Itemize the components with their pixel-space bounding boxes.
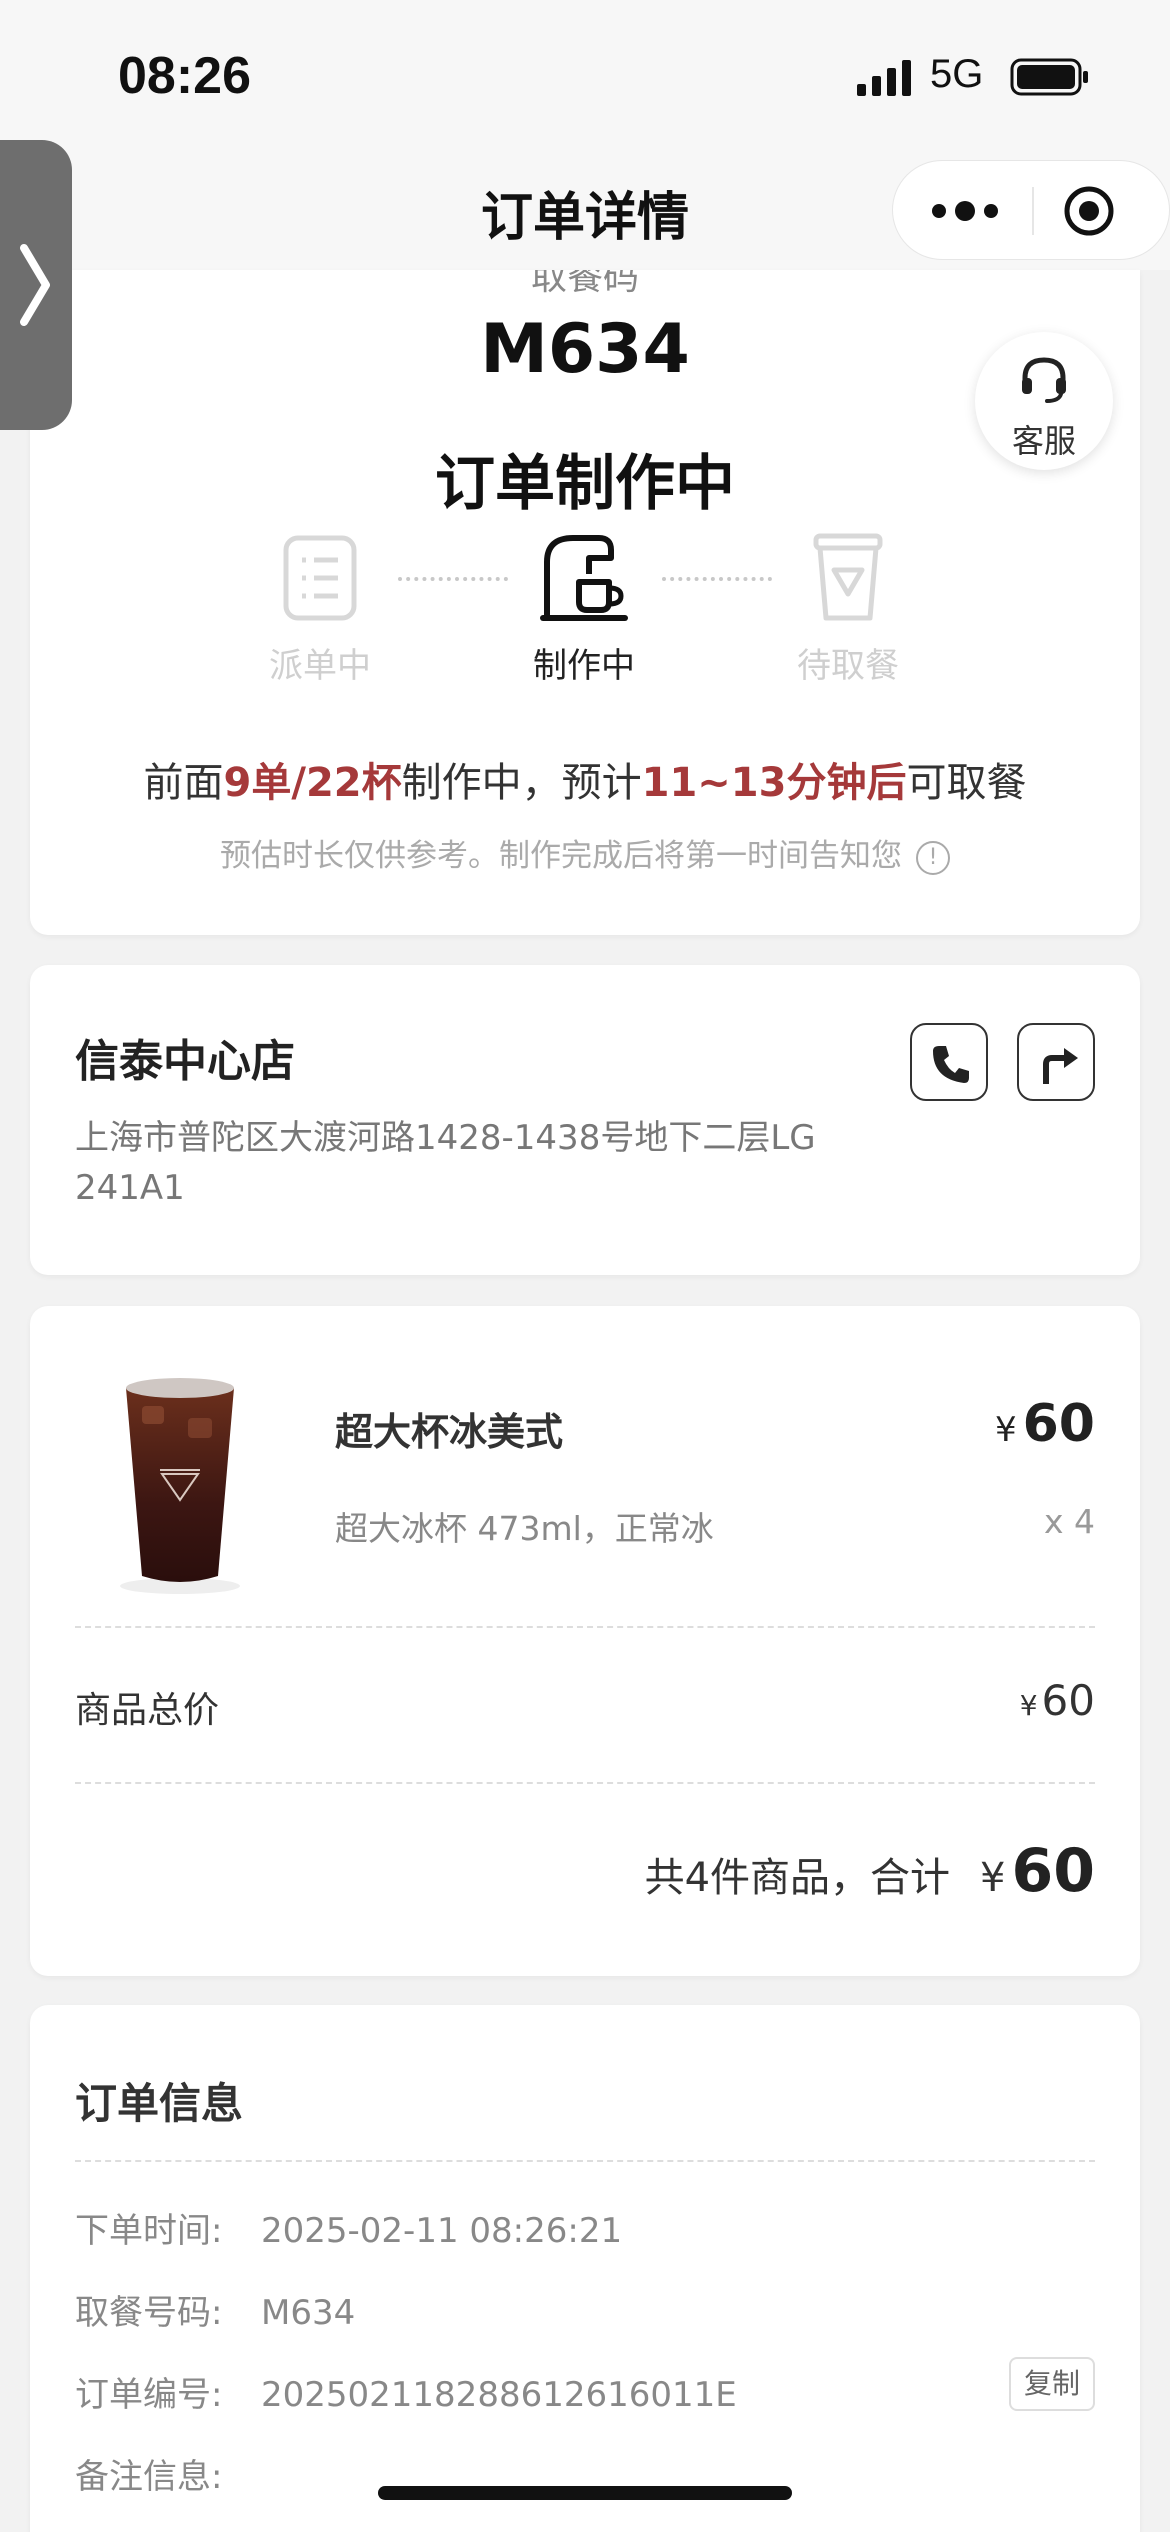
order-status-title: 订单制作中 — [435, 449, 735, 519]
iced-americano-image — [120, 1378, 240, 1594]
total-amount: 60 — [1011, 1836, 1096, 1906]
status-time: 08:26 — [118, 47, 251, 105]
copy-order-number-button[interactable]: 复制 — [1009, 2357, 1095, 2411]
order-info-card: 订单信息 下单时间: 2025-02-11 08:26:21 取餐号码: M634 … — [30, 2005, 1140, 2532]
store-card: 信泰中心店 上海市普陀区大渡河路1428-1438号地下二层LG 241A1 — [30, 965, 1140, 1275]
row-value: M634 — [261, 2293, 356, 2333]
mini-program-capsule — [892, 160, 1170, 260]
subtotal-amount: 60 — [1041, 1676, 1095, 1725]
battery-icon — [1010, 58, 1088, 96]
capsule-divider — [1032, 187, 1034, 235]
row-key: 订单编号: — [75, 2375, 223, 2415]
queue-prefix: 前面 — [143, 760, 224, 806]
queue-suffix: 可取餐 — [906, 760, 1027, 806]
more-icon[interactable] — [925, 189, 1005, 233]
pickup-number-row: 取餐号码: M634 — [75, 2285, 355, 2334]
queue-eta: 11~13分钟后 — [641, 760, 907, 806]
step-connector — [662, 577, 772, 581]
remark-row: 备注信息: — [75, 2449, 261, 2498]
chevron-right-icon — [20, 244, 50, 326]
navigation-icon — [1043, 1048, 1078, 1084]
row-value: 202502118288612616011E — [261, 2375, 737, 2415]
row-key: 下单时间: — [75, 2211, 223, 2251]
headset-icon — [1022, 357, 1066, 403]
product-quantity: x 4 — [1043, 1502, 1095, 1541]
divider — [75, 1782, 1095, 1784]
order-info-title: 订单信息 — [75, 2079, 244, 2128]
side-expand-tab[interactable] — [0, 140, 72, 430]
row-key: 备注信息: — [75, 2457, 223, 2497]
row-value: 2025-02-11 08:26:21 — [261, 2211, 623, 2251]
nav-bar: 订单详情 — [0, 150, 1170, 270]
home-indicator — [378, 2486, 792, 2500]
product-price-value: 60 — [1022, 1394, 1095, 1454]
cup-icon — [813, 533, 883, 621]
status-bar: 08:26 5G — [0, 0, 1170, 150]
customer-service-button[interactable]: 客服 — [975, 332, 1113, 470]
product-spec: 超大冰杯 473ml，正常冰 — [335, 1509, 714, 1548]
divider — [75, 2160, 1095, 2162]
call-store-button[interactable] — [910, 1023, 988, 1101]
clipboard-icon — [283, 535, 357, 621]
navigate-button[interactable] — [1017, 1023, 1095, 1101]
queue-count: 9单/22杯 — [223, 760, 402, 806]
pickup-code: M634 — [480, 310, 690, 389]
currency-symbol: ¥ — [1019, 1689, 1038, 1722]
order-status-card: 取餐码 M634 订单制作中 派单中 制作中 待取餐 前面9单/22杯制作中，预… — [30, 270, 1140, 935]
signal-icon — [857, 60, 911, 96]
store-name: 信泰中心店 — [75, 1036, 295, 1087]
store-address: 上海市普陀区大渡河路1428-1438号地下二层LG 241A1 — [75, 1118, 816, 1208]
coffee-machine-icon — [540, 535, 628, 621]
phone-icon — [933, 1046, 969, 1083]
eta-note: 预估时长仅供参考。制作完成后将第一时间告知您! — [30, 830, 1140, 875]
step-pickup-label: 待取餐 — [797, 646, 899, 686]
step-making-label: 制作中 — [533, 646, 635, 686]
product-card: 超大杯冰美式 超大冰杯 473ml，正常冰 ¥60 x 4 商品总价 ¥60 共… — [30, 1306, 1140, 1976]
total-text: 共4件商品，合计 — [644, 1855, 951, 1901]
currency-symbol: ¥ — [994, 1410, 1017, 1450]
step-dispatch-label: 派单中 — [269, 646, 371, 686]
order-time-row: 下单时间: 2025-02-11 08:26:21 — [75, 2203, 622, 2252]
step-connector — [398, 577, 508, 581]
currency-symbol: ¥ — [980, 1855, 1006, 1901]
customer-service-label: 客服 — [1011, 422, 1076, 460]
pickup-label: 取餐码 — [530, 270, 639, 298]
network-type: 5G — [930, 52, 984, 96]
subtotal-value: ¥60 — [1020, 1676, 1095, 1725]
order-number-row: 订单编号: 202502118288612616011E — [75, 2367, 737, 2416]
queue-status: 前面9单/22杯制作中，预计11~13分钟后可取餐 — [30, 750, 1140, 808]
divider — [75, 1626, 1095, 1628]
step-dispatch: 派单中 — [230, 532, 410, 687]
order-total: 共4件商品，合计 ¥60 — [645, 1836, 1095, 1906]
eta-note-text: 预估时长仅供参考。制作完成后将第一时间告知您 — [220, 838, 902, 874]
queue-middle: 制作中，预计 — [401, 760, 642, 806]
subtotal-label: 商品总价 — [75, 1690, 220, 1731]
step-making: 制作中 — [494, 532, 674, 687]
product-price: ¥60 — [995, 1394, 1095, 1454]
step-pickup: 待取餐 — [758, 532, 938, 687]
product-name: 超大杯冰美式 — [335, 1410, 564, 1454]
close-miniprogram-icon[interactable] — [1063, 185, 1115, 237]
row-key: 取餐号码: — [75, 2293, 223, 2333]
info-icon[interactable]: ! — [916, 840, 950, 875]
